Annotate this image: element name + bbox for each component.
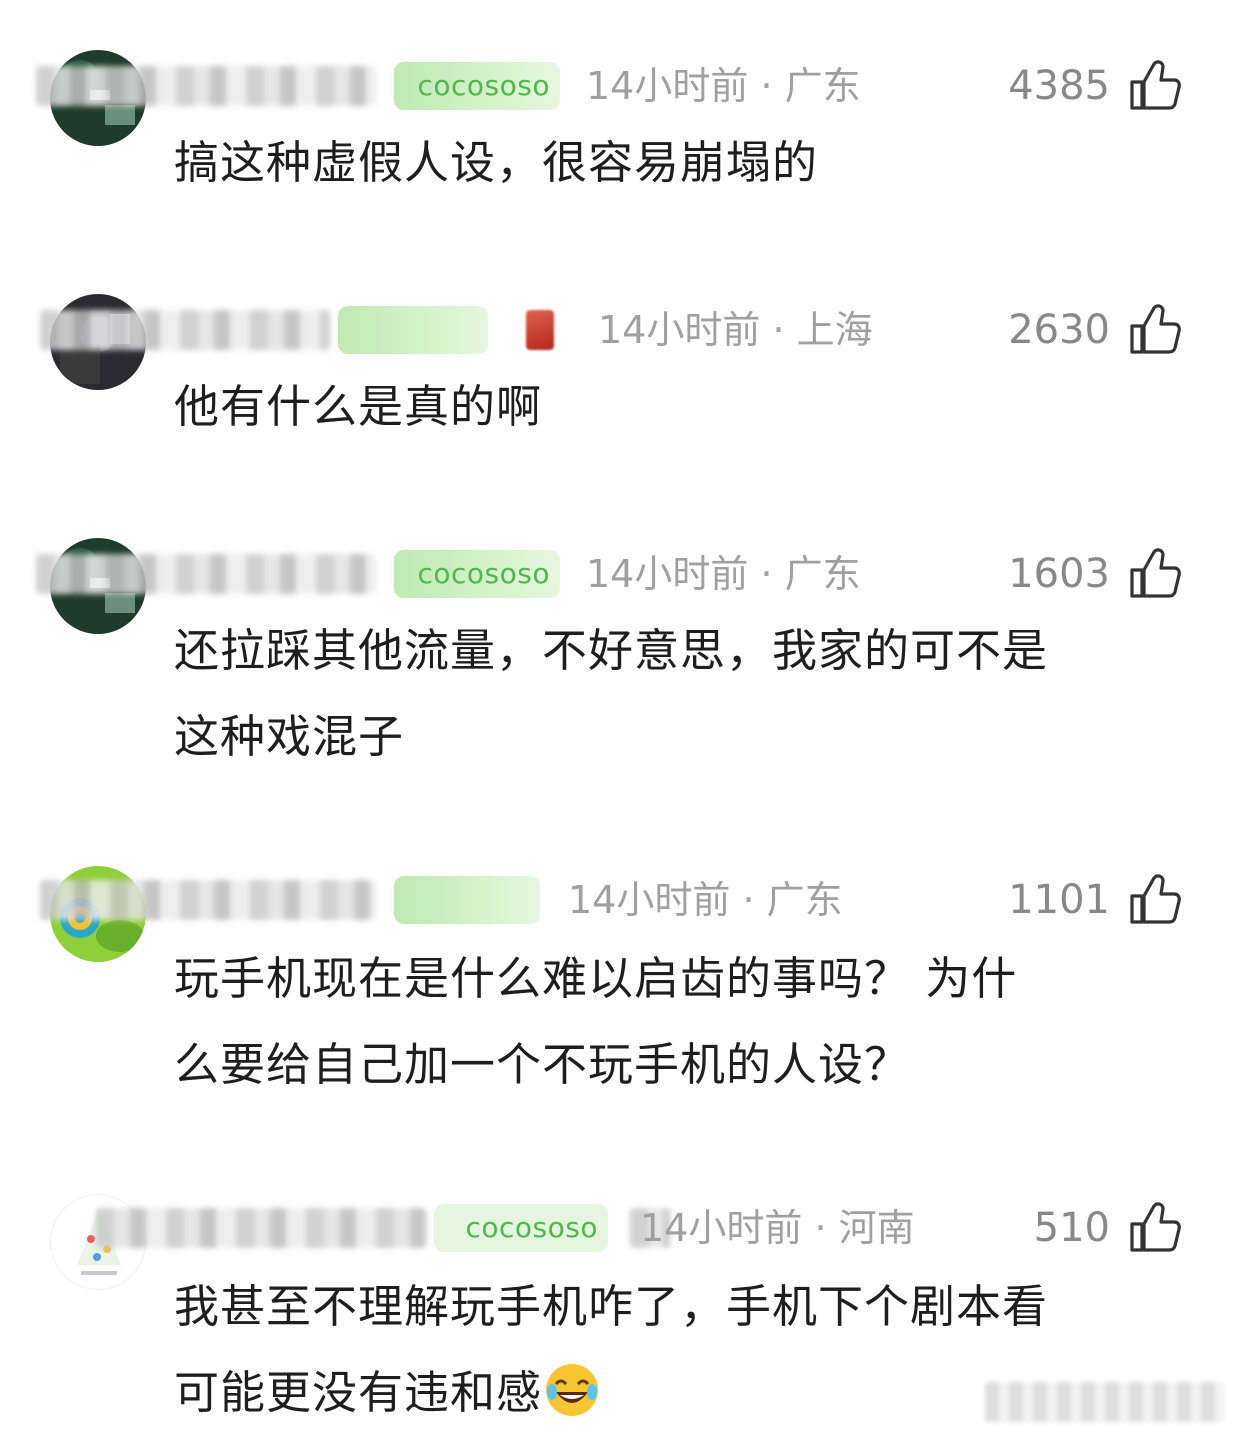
comment-time-location: 14小时前 · 广东 (586, 544, 861, 604)
fan-badge: cocososo (434, 1204, 608, 1252)
username-blurred[interactable] (36, 66, 376, 106)
comment-text: 玩手机现在是什么难以启齿的事吗？ 为什 么要给自己加一个不玩手机的人设？ (174, 936, 1174, 1108)
thumbs-up-icon[interactable] (1128, 872, 1182, 926)
comment-time-location: 14小时前 · 广东 (568, 870, 843, 930)
comment-location: 广东 (766, 878, 843, 922)
username-blurred[interactable] (40, 880, 376, 920)
like-count: 510 (1033, 1205, 1110, 1251)
thumbs-up-icon[interactable] (1128, 1200, 1182, 1254)
comment-text: 他有什么是真的啊 (174, 364, 1174, 450)
fan-badge (394, 876, 540, 924)
username-blurred[interactable] (36, 554, 376, 594)
thumbs-up-icon[interactable] (1128, 546, 1182, 600)
comment-text-line: 他有什么是真的啊 (174, 380, 543, 433)
separator-dot: · (814, 1206, 827, 1250)
thumbs-up-icon[interactable] (1128, 302, 1182, 356)
comment-time: 14小时前 (640, 1206, 803, 1250)
comment-text-line: 搞这种虚假人设，很容易崩塌的 (174, 136, 819, 189)
separator-dot: · (760, 64, 773, 108)
comment-text: 还拉踩其他流量，不好意思，我家的可不是 这种戏混子 (174, 608, 1174, 780)
like-count: 1603 (1008, 551, 1110, 597)
laughing-crying-emoji-icon (544, 1360, 600, 1416)
comment-time-location: 14小时前 · 上海 (598, 300, 873, 360)
fan-badge: cocososo (394, 550, 560, 598)
watermark (985, 1382, 1225, 1422)
comment-text-line: 么要给自己加一个不玩手机的人设？ (174, 1038, 911, 1091)
username-blurred[interactable] (96, 1208, 426, 1248)
comment-text-line: 这种戏混子 (174, 710, 405, 763)
comment-location: 广东 (784, 552, 861, 596)
comment-location: 上海 (796, 308, 873, 352)
comment-text-line: 可能更没有违和感 (174, 1366, 543, 1419)
comment-time: 14小时前 (598, 308, 761, 352)
comment-time-location: 14小时前 · 广东 (586, 56, 861, 116)
fan-badge: cocososo (394, 62, 560, 110)
username-blurred[interactable] (40, 310, 330, 350)
fan-badge (338, 306, 488, 354)
thumbs-up-icon[interactable] (1128, 58, 1182, 112)
separator-dot: · (760, 552, 773, 596)
comment-time: 14小时前 (586, 552, 749, 596)
level-tag (526, 310, 554, 350)
comment-time: 14小时前 (568, 878, 731, 922)
like-count: 4385 (1008, 63, 1110, 109)
comment-time-location: 14小时前 · 河南 (640, 1198, 915, 1258)
comment-text-line: 我甚至不理解玩手机咋了，手机下个剧本看 (174, 1280, 1049, 1333)
separator-dot: · (742, 878, 755, 922)
like-count: 2630 (1008, 307, 1110, 353)
comment-location: 广东 (784, 64, 861, 108)
separator-dot: · (772, 308, 785, 352)
comment-time: 14小时前 (586, 64, 749, 108)
comment-text: 搞这种虚假人设，很容易崩塌的 (174, 120, 1174, 206)
comment-text-line: 玩手机现在是什么难以启齿的事吗？ 为什 (174, 952, 1018, 1005)
like-count: 1101 (1008, 877, 1110, 923)
comment-text-line: 还拉踩其他流量，不好意思，我家的可不是 (174, 624, 1049, 677)
comment-location: 河南 (838, 1206, 915, 1250)
